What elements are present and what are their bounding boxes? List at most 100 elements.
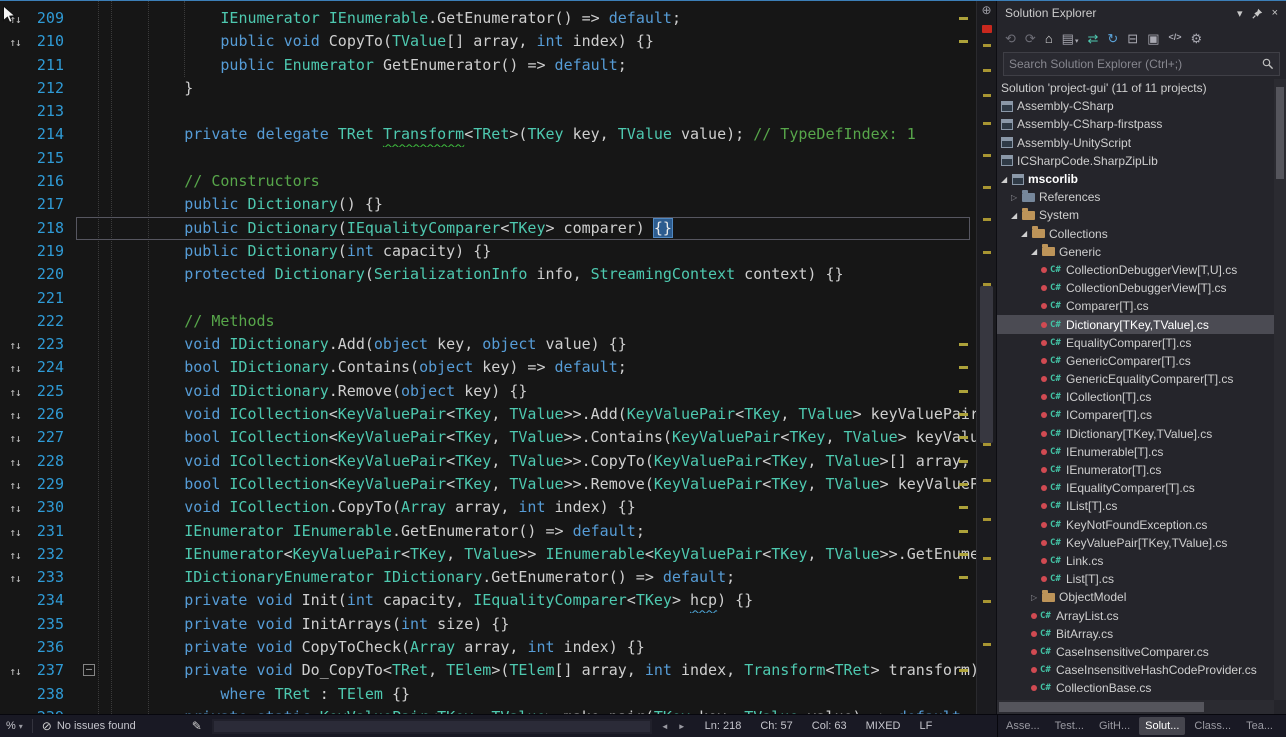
tree-item[interactable]: ◢Collections (997, 225, 1274, 243)
code-line-217[interactable]: 217public Dictionary() {} (0, 193, 976, 216)
column-indicator[interactable]: Col: 63 (812, 720, 847, 732)
tree-item[interactable]: C#ArrayList.cs (997, 606, 1274, 624)
line-number[interactable]: 216 (30, 170, 76, 193)
glyph-margin[interactable] (0, 170, 30, 193)
line-number[interactable]: 234 (30, 589, 76, 612)
line-number[interactable]: 212 (30, 77, 76, 100)
glyph-margin[interactable] (0, 636, 30, 659)
pin-icon[interactable] (1252, 8, 1263, 19)
properties-icon[interactable]: ⚙ (1191, 32, 1203, 45)
scrollbar-thumb[interactable] (980, 286, 993, 443)
tool-window-tab[interactable]: GitH... (1093, 717, 1136, 735)
line-number[interactable]: 214 (30, 123, 76, 146)
window-position-icon[interactable]: ▾ (1237, 7, 1243, 20)
glyph-margin[interactable] (0, 217, 30, 240)
tool-window-tab[interactable]: Solut... (1139, 717, 1185, 735)
line-number[interactable]: 237 (30, 659, 76, 682)
glyph-margin[interactable] (0, 287, 30, 310)
scrollbar-thumb[interactable] (214, 721, 650, 732)
forward-icon[interactable]: ⟳ (1025, 32, 1036, 45)
glyph-margin[interactable]: ↑↓ (0, 333, 30, 356)
code-line-227[interactable]: ↑↓227bool ICollection<KeyValuePair<TKey,… (0, 426, 976, 449)
scroll-left-arrow[interactable]: ◄ (661, 722, 669, 731)
code-line-225[interactable]: ↑↓225void IDictionary.Remove(object key)… (0, 380, 976, 403)
tree-item[interactable]: C#Comparer[T].cs (997, 297, 1274, 315)
tree-item[interactable]: C#List[T].cs (997, 570, 1274, 588)
scrollbar-thumb[interactable] (1276, 87, 1284, 179)
code-line-230[interactable]: ↑↓230void ICollection.CopyTo(Array array… (0, 496, 976, 519)
code-line-219[interactable]: 219public Dictionary(int capacity) {} (0, 240, 976, 263)
code-line-233[interactable]: ↑↓233IDictionaryEnumerator IDictionary.G… (0, 566, 976, 589)
code-view-icon[interactable]: </> (1169, 33, 1182, 44)
code-line-224[interactable]: ↑↓224bool IDictionary.Contains(object ke… (0, 356, 976, 379)
code-line-226[interactable]: ↑↓226void ICollection<KeyValuePair<TKey,… (0, 403, 976, 426)
code-line-218[interactable]: 218public Dictionary(IEqualityComparer<T… (0, 217, 976, 240)
tree-vertical-scrollbar[interactable] (1274, 79, 1286, 700)
editor-vertical-scrollbar[interactable]: ⊕ (976, 1, 996, 714)
glyph-margin[interactable]: ↑↓ (0, 566, 30, 589)
glyph-margin[interactable] (0, 706, 30, 714)
tree-item[interactable]: C#IEnumerable[T].cs (997, 443, 1274, 461)
tree-item[interactable]: Assembly-UnityScript (997, 134, 1274, 152)
tree-item[interactable]: C#CaseInsensitiveComparer.cs (997, 643, 1274, 661)
glyph-margin[interactable]: ↑↓ (0, 543, 30, 566)
tool-window-tab[interactable]: Class... (1188, 717, 1237, 735)
tool-window-tab[interactable]: Asse... (1000, 717, 1046, 735)
line-number[interactable]: 233 (30, 566, 76, 589)
glyph-margin[interactable]: ↑↓ (0, 426, 30, 449)
collapsed-arrow-icon[interactable]: ▷ (1011, 193, 1022, 202)
tree-item[interactable]: Assembly-CSharp (997, 97, 1274, 115)
code-line-232[interactable]: ↑↓232IEnumerator<KeyValuePair<TKey, TVal… (0, 543, 976, 566)
tree-item[interactable]: C#BitArray.cs (997, 625, 1274, 643)
line-number[interactable]: 217 (30, 193, 76, 216)
line-number[interactable]: 215 (30, 147, 76, 170)
edit-icon[interactable]: ✎ (192, 719, 202, 733)
tree-item[interactable]: C#IComparer[T].cs (997, 406, 1274, 424)
code-line-221[interactable]: 221 (0, 287, 976, 310)
glyph-margin[interactable]: ↑↓ (0, 403, 30, 426)
line-number[interactable]: 221 (30, 287, 76, 310)
code-line-223[interactable]: ↑↓223void IDictionary.Add(object key, ob… (0, 333, 976, 356)
tool-window-tab[interactable]: Tea... (1240, 717, 1279, 735)
tree-item[interactable]: C#CollectionDebuggerView[T].cs (997, 279, 1274, 297)
tree-item[interactable]: Assembly-CSharp-firstpass (997, 115, 1274, 133)
code-line-234[interactable]: 234private void Init(int capacity, IEqua… (0, 589, 976, 612)
glyph-margin[interactable] (0, 310, 30, 333)
code-line-209[interactable]: ↑↓209IEnumerator IEnumerable.GetEnumerat… (0, 7, 976, 30)
line-number[interactable]: 228 (30, 450, 76, 473)
tree-item[interactable]: C#ICollection[T].cs (997, 388, 1274, 406)
tree-item[interactable]: ▷ObjectModel (997, 588, 1274, 606)
line-number[interactable]: 210 (30, 30, 76, 53)
glyph-margin[interactable]: ↑↓ (0, 659, 30, 682)
line-number[interactable]: 211 (30, 54, 76, 77)
code-line-238[interactable]: 238where TRet : TElem {} (0, 683, 976, 706)
code-line-211[interactable]: 211public Enumerator GetEnumerator() => … (0, 54, 976, 77)
line-number[interactable]: 232 (30, 543, 76, 566)
code-line-215[interactable]: 215 (0, 147, 976, 170)
copy-icon[interactable]: ▣ (1147, 32, 1159, 45)
glyph-margin[interactable] (0, 123, 30, 146)
code-line-231[interactable]: ↑↓231IEnumerator IEnumerable.GetEnumerat… (0, 520, 976, 543)
line-number[interactable]: 235 (30, 613, 76, 636)
line-number[interactable]: 219 (30, 240, 76, 263)
tree-item[interactable]: ICSharpCode.SharpZipLib (997, 152, 1274, 170)
code-line-216[interactable]: 216// Constructors (0, 170, 976, 193)
line-number[interactable]: 236 (30, 636, 76, 659)
collapse-all-icon[interactable]: ⊟ (1127, 32, 1138, 45)
code-line-235[interactable]: 235private void InitArrays(int size) {} (0, 613, 976, 636)
code-editor[interactable]: ↑↓209IEnumerator IEnumerable.GetEnumerat… (0, 1, 996, 714)
search-icon[interactable] (1262, 58, 1274, 70)
code-line-229[interactable]: ↑↓229bool ICollection<KeyValuePair<TKey,… (0, 473, 976, 496)
tree-item[interactable]: C#GenericComparer[T].cs (997, 352, 1274, 370)
glyph-margin[interactable] (0, 54, 30, 77)
glyph-margin[interactable] (0, 683, 30, 706)
tree-item[interactable]: C#IDictionary[TKey,TValue].cs (997, 425, 1274, 443)
line-number[interactable]: 227 (30, 426, 76, 449)
tree-horizontal-scrollbar[interactable] (997, 700, 1274, 714)
glyph-margin[interactable]: ↑↓ (0, 473, 30, 496)
glyph-margin[interactable]: ↑↓ (0, 496, 30, 519)
expanded-arrow-icon[interactable]: ◢ (1011, 211, 1022, 220)
line-number[interactable]: 238 (30, 683, 76, 706)
tree-item[interactable]: C#GenericEqualityComparer[T].cs (997, 370, 1274, 388)
sync-active-document-icon[interactable]: ⇄ (1087, 32, 1098, 45)
